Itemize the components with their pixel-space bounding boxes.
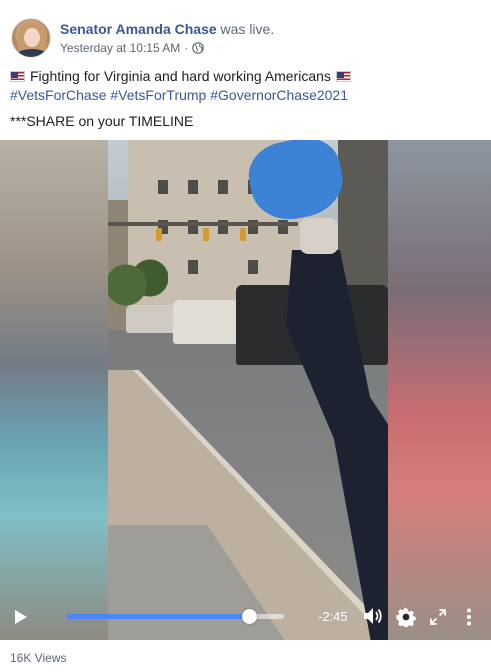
author-avatar[interactable] [11, 18, 51, 58]
hashtag-link[interactable]: #GovernorChase2021 [210, 87, 348, 103]
view-count: 16K Views [10, 651, 67, 665]
facebook-post: Senator Amanda Chase was live. Yesterday… [0, 0, 491, 672]
post-message: Fighting for Virginia and hard working A… [30, 68, 331, 84]
video-blur-right [388, 140, 491, 640]
more-options-icon[interactable] [466, 608, 472, 626]
post-timestamp-link[interactable]: Yesterday at 10:15 AM [60, 41, 180, 55]
post-meta: Yesterday at 10:15 AM · [60, 41, 205, 55]
video-frame[interactable] [108, 140, 388, 640]
video-blur-left [0, 140, 108, 640]
meta-separator: · [184, 41, 189, 55]
hashtag-link[interactable]: #VetsForChase [10, 87, 107, 103]
play-icon[interactable] [14, 609, 28, 625]
fullscreen-expand-icon[interactable] [430, 609, 446, 625]
video-progress-fill [66, 614, 250, 619]
video-progress-bar[interactable] [66, 609, 284, 624]
us-flag-icon [335, 70, 351, 82]
hashtag-link[interactable]: #VetsForTrump [110, 87, 206, 103]
globe-icon[interactable] [192, 42, 205, 54]
post-hashtags: #VetsForChase #VetsForTrump #GovernorCha… [10, 86, 348, 104]
video-player[interactable] [0, 140, 491, 640]
time-remaining: -2:45 [318, 609, 348, 624]
author-name-link[interactable]: Senator Amanda Chase [60, 21, 217, 37]
post-action-text: was live. [220, 21, 275, 37]
post-share-text: ***SHARE on your TIMELINE [10, 113, 194, 129]
post-header: Senator Amanda Chase was live. [60, 21, 274, 37]
volume-icon[interactable] [362, 605, 384, 627]
us-flag-icon [10, 70, 25, 82]
settings-gear-icon[interactable] [396, 607, 416, 627]
post-text-line-1: Fighting for Virginia and hard working A… [10, 67, 351, 85]
